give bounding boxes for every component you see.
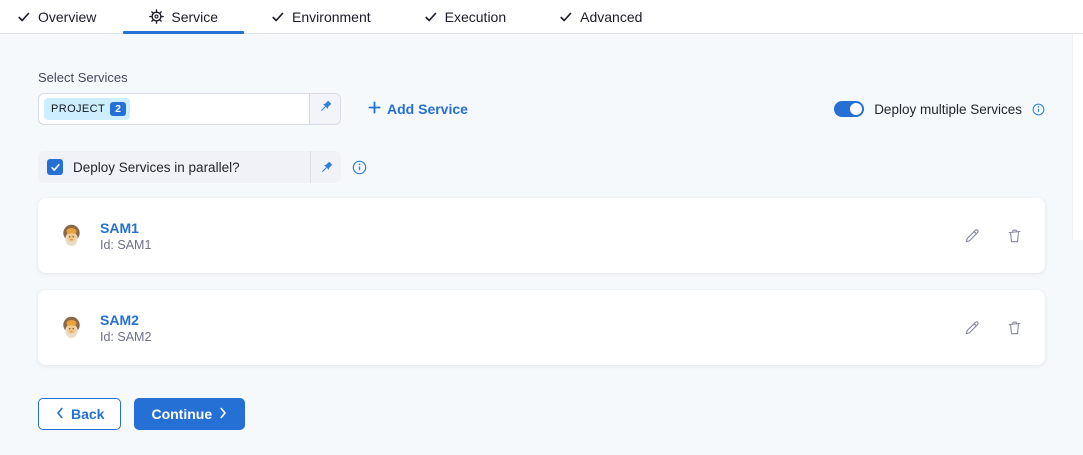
wizard-tab-bar: Overview Service Environment Exe [0, 0, 1083, 34]
delete-service-button[interactable] [1006, 319, 1023, 337]
back-button[interactable]: Back [38, 398, 121, 430]
tab-service[interactable]: Service [147, 0, 220, 33]
deploy-multiple-info-icon[interactable] [1032, 103, 1045, 116]
service-id-text: Id: SAM1 [100, 238, 151, 252]
tab-label: Service [171, 9, 218, 25]
parallel-checkbox[interactable] [47, 159, 63, 175]
pin-input-button[interactable] [309, 94, 340, 124]
deploy-multiple-label: Deploy multiple Services [874, 102, 1022, 117]
select-services-label: Select Services [38, 70, 1045, 85]
tab-advanced[interactable]: Advanced [557, 0, 644, 33]
tab-label: Overview [38, 9, 96, 25]
edit-service-button[interactable] [963, 227, 981, 245]
add-service-button[interactable]: Add Service [368, 101, 468, 117]
back-label: Back [71, 406, 104, 422]
service-card-sam1: SAM1 Id: SAM1 [38, 198, 1045, 273]
parallel-checkbox-label: Deploy Services in parallel? [73, 160, 240, 175]
select-services-row: PROJECT 2 Add Service [38, 93, 1045, 125]
services-multiselect-input[interactable]: PROJECT 2 [38, 93, 341, 125]
tag-count-badge: 2 [110, 102, 126, 117]
service-step-panel: Select Services PROJECT 2 [0, 34, 1083, 455]
pin-icon [318, 99, 333, 119]
service-name-link[interactable]: SAM1 [100, 220, 151, 236]
service-card-sam2: SAM2 Id: SAM2 [38, 290, 1045, 365]
service-card-text: SAM1 Id: SAM1 [100, 220, 151, 252]
check-icon [17, 10, 31, 24]
plus-icon [368, 101, 381, 117]
service-name-link[interactable]: SAM2 [100, 312, 151, 328]
service-avatar [58, 314, 85, 341]
chevron-left-icon [55, 406, 64, 422]
multiselect-value-area[interactable]: PROJECT 2 [39, 94, 309, 124]
delete-service-button[interactable] [1006, 227, 1023, 245]
tab-label: Execution [445, 9, 506, 25]
add-service-label: Add Service [387, 101, 468, 117]
tab-execution[interactable]: Execution [422, 0, 508, 33]
tab-environment[interactable]: Environment [269, 0, 373, 33]
tab-label: Environment [292, 9, 371, 25]
service-card-text: SAM2 Id: SAM2 [100, 312, 151, 344]
pin-parallel-button[interactable] [311, 151, 341, 183]
deploy-multiple-group: Deploy multiple Services [834, 101, 1045, 117]
chevron-right-icon [219, 406, 228, 422]
tag-label: PROJECT [51, 103, 105, 115]
check-icon [424, 10, 438, 24]
gear-icon [149, 9, 164, 24]
tab-label: Advanced [580, 9, 642, 25]
tab-overview[interactable]: Overview [15, 0, 98, 33]
check-icon [271, 10, 285, 24]
service-avatar [58, 222, 85, 249]
toggle-knob [850, 103, 862, 115]
continue-button[interactable]: Continue [134, 398, 245, 430]
parallel-info-icon[interactable] [352, 160, 367, 175]
service-card-actions [963, 319, 1023, 337]
scrollbar-thumb[interactable] [1072, 34, 1083, 240]
wizard-footer: Back Continue [38, 398, 1045, 430]
deploy-multiple-toggle[interactable] [834, 101, 864, 117]
parallel-checkbox-field: Deploy Services in parallel? [38, 151, 341, 183]
parallel-row: Deploy Services in parallel? [38, 151, 1045, 183]
selected-service-tag[interactable]: PROJECT 2 [44, 98, 130, 120]
service-id-text: Id: SAM2 [100, 330, 151, 344]
check-icon [559, 10, 573, 24]
continue-label: Continue [151, 406, 212, 422]
service-card-list: SAM1 Id: SAM1 [38, 198, 1045, 365]
edit-service-button[interactable] [963, 319, 981, 337]
service-card-actions [963, 227, 1023, 245]
